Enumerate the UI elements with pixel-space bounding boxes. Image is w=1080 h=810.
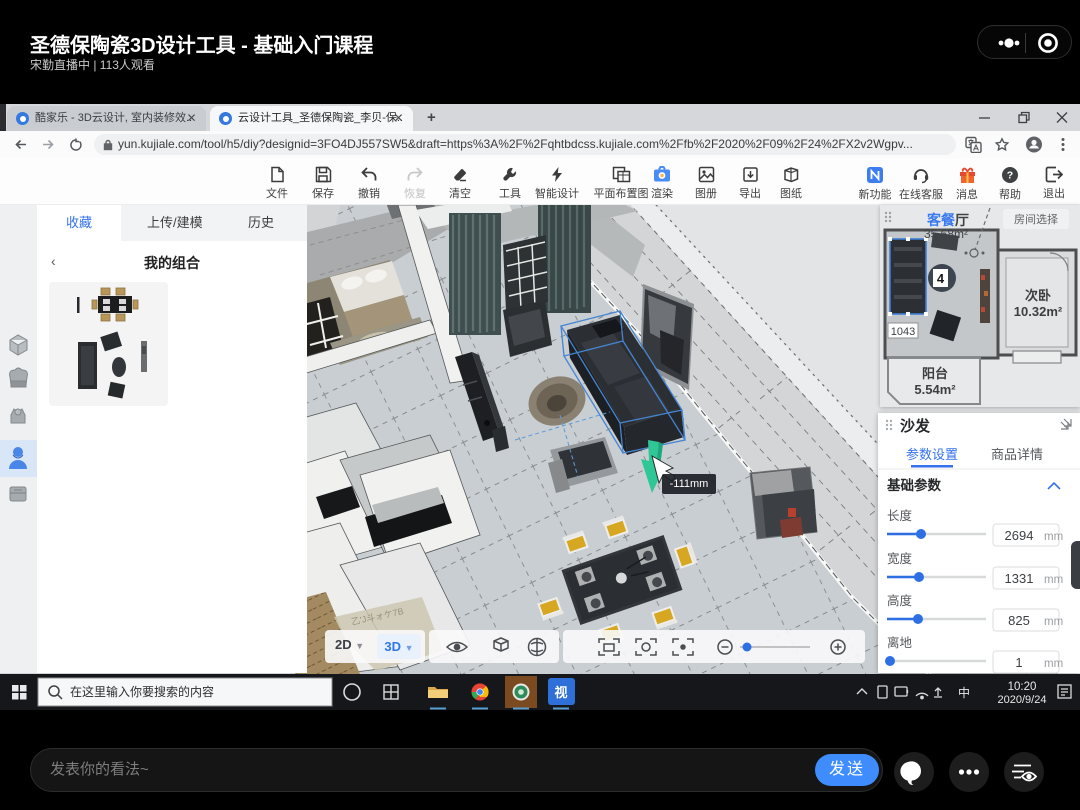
svg-text:宽度: 宽度 xyxy=(887,551,913,566)
svg-text:4: 4 xyxy=(937,271,945,286)
svg-text:mm: mm xyxy=(1044,616,1063,628)
svg-text:10:20: 10:20 xyxy=(1008,681,1037,693)
svg-text:825: 825 xyxy=(1008,613,1030,628)
svg-text:在这里输入你要搜索的内容: 在这里输入你要搜索的内容 xyxy=(70,684,214,699)
svg-text:长度: 长度 xyxy=(887,508,913,523)
svg-text:1331: 1331 xyxy=(1005,571,1034,586)
svg-text:2694: 2694 xyxy=(1005,528,1034,543)
svg-text:1043: 1043 xyxy=(891,326,915,338)
svg-text:阳台: 阳台 xyxy=(922,366,948,381)
svg-text:沙发: 沙发 xyxy=(900,417,931,435)
svg-text:中: 中 xyxy=(958,685,970,700)
svg-text:高度: 高度 xyxy=(887,593,913,608)
svg-text:mm: mm xyxy=(1044,658,1063,670)
svg-text:商品详情: 商品详情 xyxy=(991,447,1043,462)
svg-text:5.54m²: 5.54m² xyxy=(914,382,956,397)
svg-text:客餐厅: 客餐厅 xyxy=(926,212,969,228)
svg-text:?: ? xyxy=(1007,170,1013,182)
svg-text:mm: mm xyxy=(1044,574,1063,586)
svg-text:视: 视 xyxy=(554,685,567,700)
svg-text:离地: 离地 xyxy=(887,635,913,650)
svg-text:次卧: 次卧 xyxy=(1025,288,1051,303)
svg-text:10.32m²: 10.32m² xyxy=(1014,304,1063,319)
svg-text:2020/9/24: 2020/9/24 xyxy=(998,694,1047,706)
svg-text:35.68m²: 35.68m² xyxy=(924,227,968,241)
svg-text:房间选择: 房间选择 xyxy=(1014,212,1058,226)
svg-text:基础参数: 基础参数 xyxy=(887,477,941,493)
svg-text:1: 1 xyxy=(1015,655,1022,670)
svg-text:参数设置: 参数设置 xyxy=(906,447,958,462)
svg-text:mm: mm xyxy=(1044,531,1063,543)
